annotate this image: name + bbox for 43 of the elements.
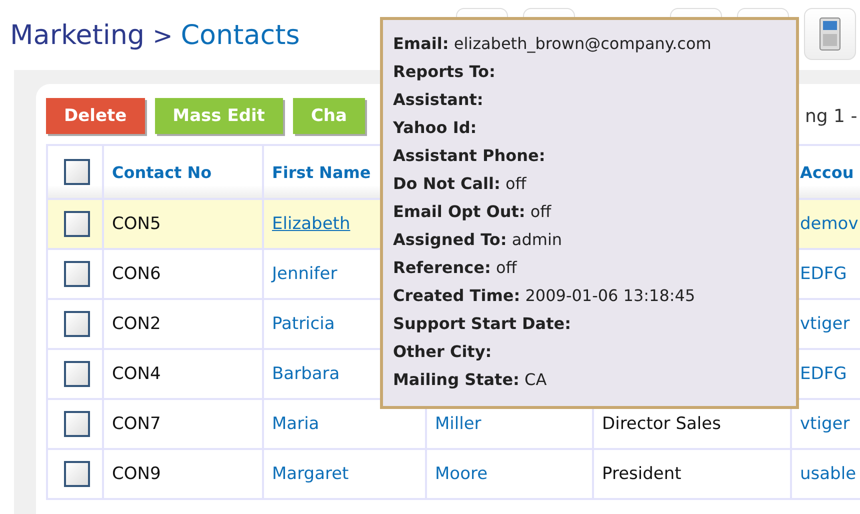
- row-checkbox[interactable]: [64, 211, 90, 237]
- detail-line: Reference: off: [393, 258, 517, 279]
- detail-line: Reports To:: [393, 62, 496, 83]
- record-link[interactable]: Margaret: [272, 464, 349, 484]
- table-cell: CON2: [112, 314, 161, 334]
- record-link[interactable]: Elizabeth: [272, 214, 350, 234]
- detail-line: Created Time: 2009-01-06 13:18:45: [393, 286, 696, 307]
- detail-line: Support Start Date:: [393, 314, 571, 335]
- detail-line: Assistant Phone:: [393, 146, 546, 167]
- detail-line: Mailing State: CA: [393, 370, 547, 391]
- table-cell: President: [602, 464, 682, 484]
- table-cell: CON5: [112, 214, 161, 234]
- table-cell: CON4: [112, 364, 161, 384]
- table-cell: CON7: [112, 414, 161, 434]
- breadcrumb-separator: >: [152, 22, 173, 50]
- paging-info: ng 1 -: [805, 106, 858, 126]
- select-all-checkbox[interactable]: [64, 159, 90, 185]
- record-link[interactable]: Patricia: [272, 314, 335, 334]
- column-header[interactable]: First Name: [272, 162, 371, 182]
- action-button[interactable]: Delete: [46, 98, 145, 134]
- row-checkbox[interactable]: [64, 461, 90, 487]
- detail-line: Yahoo Id:: [393, 118, 477, 139]
- detail-line: Do Not Call: off: [393, 174, 526, 195]
- record-link[interactable]: Miller: [435, 414, 482, 434]
- row-checkbox[interactable]: [64, 411, 90, 437]
- record-link[interactable]: Jennifer: [272, 264, 338, 284]
- detail-line: Email: elizabeth_brown@company.com: [393, 34, 712, 55]
- row-checkbox[interactable]: [64, 261, 90, 287]
- record-link[interactable]: Moore: [435, 464, 488, 484]
- table-cell: CON9: [112, 464, 161, 484]
- table-cell: CON6: [112, 264, 161, 284]
- calculator-icon[interactable]: [819, 17, 841, 51]
- detail-line: Assigned To: admin: [393, 230, 562, 251]
- detail-line: Other City:: [393, 342, 492, 363]
- table-cell: Director Sales: [602, 414, 721, 434]
- page-title: Contacts: [180, 20, 300, 50]
- detail-line: Email Opt Out: off: [393, 202, 552, 223]
- row-checkbox[interactable]: [64, 361, 90, 387]
- detail-line: Assistant:: [393, 90, 484, 111]
- record-link[interactable]: Maria: [272, 414, 320, 434]
- row-checkbox[interactable]: [64, 311, 90, 337]
- module-link[interactable]: Marketing: [10, 20, 145, 50]
- record-link[interactable]: Barbara: [272, 364, 340, 384]
